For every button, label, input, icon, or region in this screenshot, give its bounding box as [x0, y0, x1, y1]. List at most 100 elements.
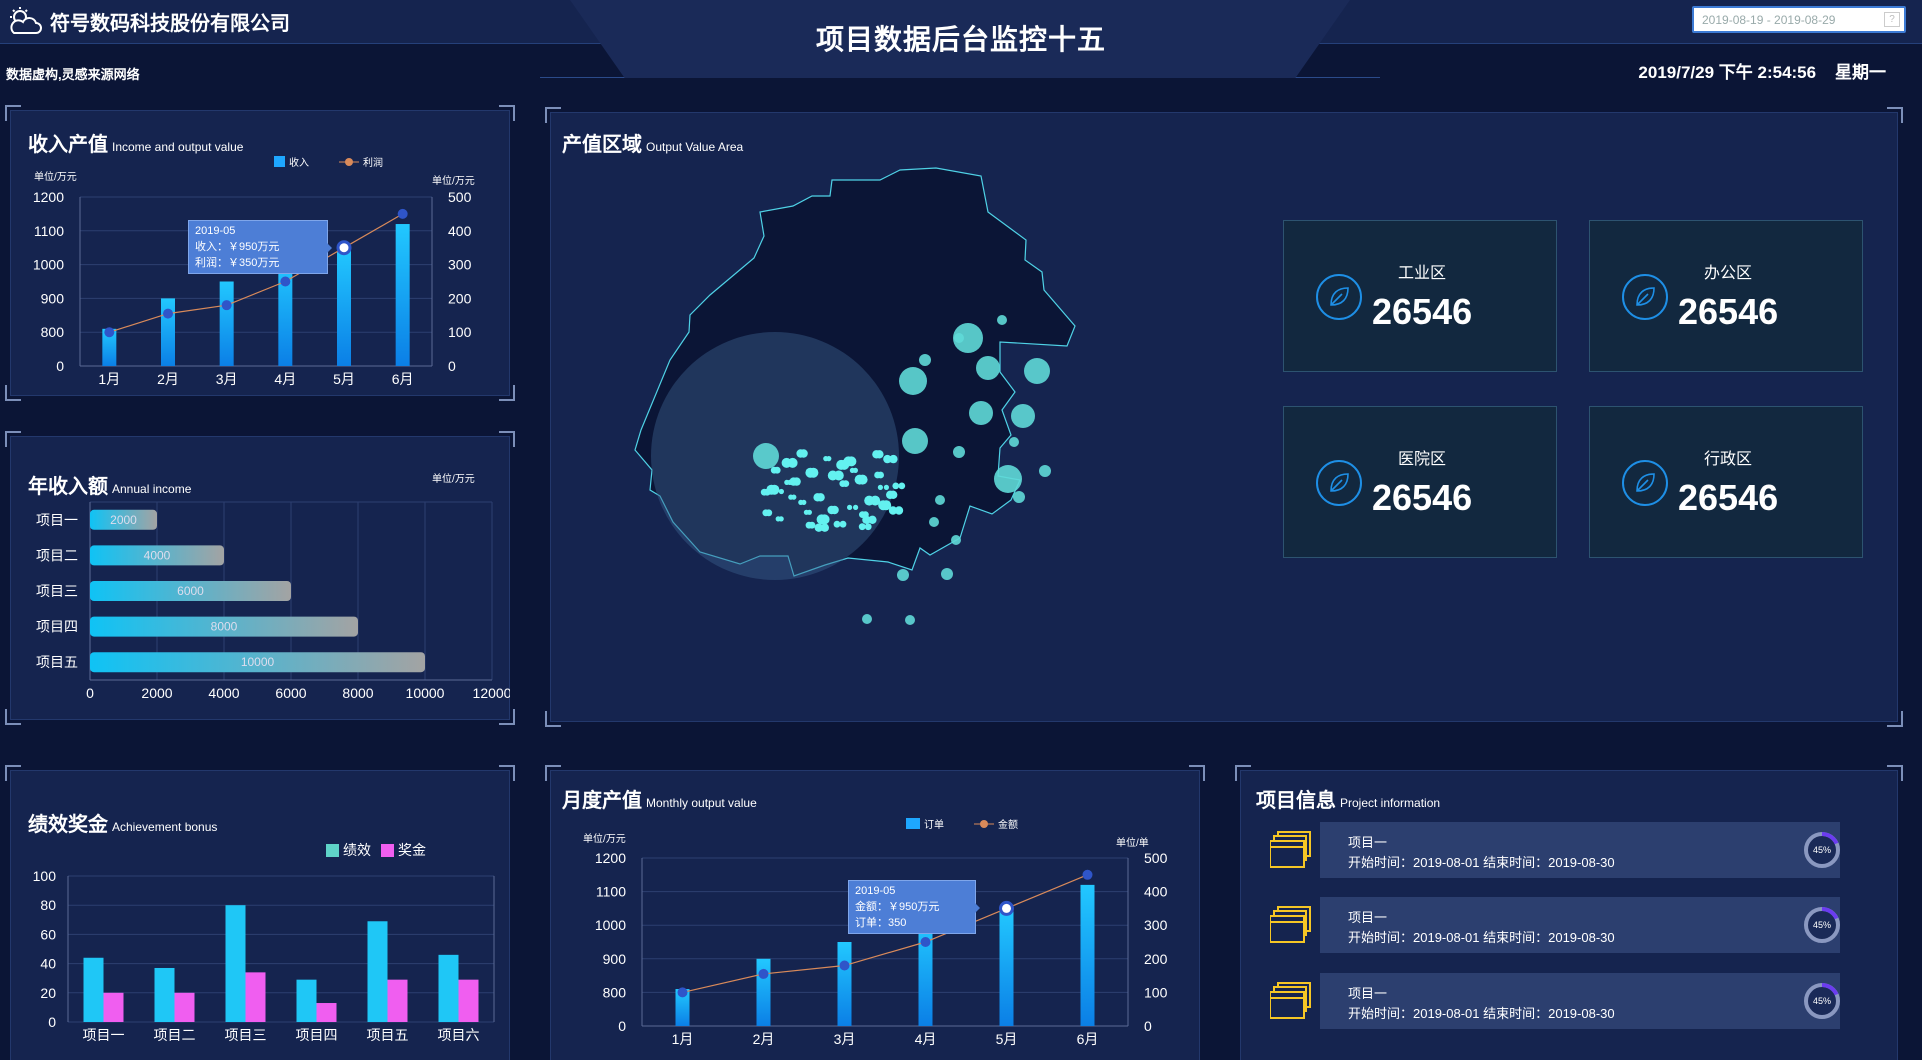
map-dot: [772, 488, 778, 495]
map-dot: [808, 521, 816, 529]
income-panel-title: 收入产值 Income and output value: [28, 128, 243, 157]
monthly-tooltip-date: 2019-05: [855, 885, 896, 897]
monthly-tooltip-line2: 订单：350: [855, 917, 907, 929]
income-tooltip-date: 2019-05: [195, 225, 236, 237]
folder-icon: [1270, 906, 1311, 943]
map-bubble: [976, 356, 1000, 380]
bar-bonus: [387, 979, 408, 1022]
line-point: [1082, 869, 1093, 880]
bar-performance: [83, 957, 104, 1022]
stat-hospital: 医院区 26546: [1283, 406, 1557, 558]
bar: [395, 224, 410, 366]
y-tick: 项目一: [36, 512, 78, 528]
bar: [337, 247, 351, 366]
map-bubble: [997, 315, 1007, 325]
income-legend: 收入 利润: [274, 154, 383, 169]
bonus-panel-title: 绩效奖金 Achievement bonus: [28, 808, 217, 837]
bar-label: 4000: [144, 548, 171, 562]
leaf-icon: [1316, 460, 1362, 506]
map-dot: [819, 514, 830, 525]
map-dot: [858, 523, 866, 531]
line-point: [397, 208, 408, 219]
legend-item-performance[interactable]: 绩效: [326, 840, 371, 860]
y-tick: 20: [40, 985, 56, 1001]
project-subtitle-text: Project information: [1340, 796, 1441, 810]
stat-label: 医院区: [1398, 451, 1447, 468]
x-tick: 5月: [333, 371, 355, 387]
project-name: 项目一: [1348, 835, 1388, 850]
map-bubble: [919, 354, 931, 366]
map-bubble: [753, 443, 779, 469]
y-tick-left: 1000: [33, 257, 64, 273]
progress-ring-pct: 45%: [1813, 920, 1831, 930]
map-dot: [864, 495, 875, 506]
map-bubble: [1013, 491, 1025, 503]
legend-item-bonus[interactable]: 奖金: [381, 840, 426, 860]
map-dot: [765, 509, 773, 517]
leaf-icon: [1622, 460, 1668, 506]
x-tick: 0: [86, 685, 94, 701]
y-tick-left: 0: [56, 358, 64, 374]
monthly-panel-title: 月度产值 Monthly output value: [562, 784, 757, 813]
bar-performance: [367, 921, 388, 1022]
bar: [161, 298, 175, 366]
project-time: 开始时间：2019-08-01 结束时间：2019-08-30: [1348, 930, 1615, 945]
y-tick: 项目四: [36, 619, 78, 635]
line-point: [677, 987, 688, 998]
date-range-input[interactable]: 2019-08-19 - 2019-08-29 ?: [1692, 6, 1906, 33]
y-tick-right: 300: [1144, 917, 1168, 933]
project-name: 项目一: [1348, 986, 1388, 1001]
progress-ring-pct: 45%: [1813, 845, 1831, 855]
line-point-active: [999, 900, 1014, 916]
bar-bonus: [245, 972, 266, 1022]
map-dot: [773, 466, 781, 474]
date-help-icon[interactable]: ?: [1884, 12, 1900, 27]
map-bubble: [905, 615, 915, 625]
region-map[interactable]: [600, 160, 1240, 700]
bar-bonus: [174, 992, 195, 1022]
map-dot: [808, 467, 819, 478]
bar-performance: [296, 979, 317, 1022]
bonus-legend: 绩效 奖金: [326, 840, 426, 860]
page-title: 项目数据后台监控十五: [815, 24, 1106, 55]
map-dot: [864, 523, 872, 531]
progress-ring: 45%: [1804, 832, 1840, 868]
y-tick: 项目五: [36, 654, 78, 670]
legend-item-income[interactable]: 收入: [274, 154, 309, 169]
x-tick: 项目二: [154, 1027, 196, 1043]
y-tick-right: 300: [448, 257, 472, 273]
map-dot: [853, 504, 859, 510]
map-dot: [889, 490, 898, 499]
stat-value: 26546: [1372, 477, 1473, 518]
progress-ring: 45%: [1804, 907, 1840, 943]
monthly-legend: 订单 金额: [906, 816, 1018, 831]
y-tick-left: 1100: [596, 884, 626, 900]
y-tick-left: 1000: [595, 917, 626, 933]
y-tick-left: 1200: [595, 850, 626, 866]
folder-icon: [1270, 831, 1311, 868]
project-item[interactable]: 项目一 开始时间：2019-08-01 结束时间：2019-08-30 45%: [1270, 973, 1840, 1029]
stat-office: 办公区 26546: [1589, 220, 1863, 372]
bar: [219, 281, 234, 366]
y-tick-left: 800: [41, 324, 65, 340]
map-dot: [778, 516, 784, 522]
y-tick-left: 900: [41, 290, 65, 306]
area-subtitle-text: Output Value Area: [646, 140, 744, 154]
line-point: [920, 937, 931, 947]
data-note: 数据虚构,灵感来源网络: [6, 67, 140, 82]
stat-value: 26546: [1678, 291, 1779, 332]
y-tick-left: 1200: [33, 189, 64, 205]
legend-item-orders[interactable]: 订单: [906, 816, 944, 831]
map-bubble: [935, 495, 945, 505]
stat-label: 工业区: [1398, 265, 1447, 282]
monthly-chart: 0 0 800 100 900 200 1000 300 1100 400 1200 500 1月 2月 3…: [595, 850, 1168, 1047]
monthly-tooltip: 2019-05 金额：￥950万元 订单：350: [848, 880, 980, 934]
map-bubble: [941, 568, 953, 580]
dashboard-root: 符号数码科技股份有限公司 数据虚构,灵感来源网络 项目数据后台监控十五 2019…: [0, 0, 1922, 1060]
legend-item-profit[interactable]: 利润: [339, 154, 383, 169]
project-item[interactable]: 项目一 开始时间：2019-08-01 结束时间：2019-08-30 45%: [1270, 897, 1840, 953]
project-item[interactable]: 项目一 开始时间：2019-08-01 结束时间：2019-08-30 45%: [1270, 822, 1840, 878]
bar-performance: [225, 905, 246, 1022]
legend-item-amount[interactable]: 金额: [974, 816, 1018, 831]
map-dot: [877, 484, 883, 490]
